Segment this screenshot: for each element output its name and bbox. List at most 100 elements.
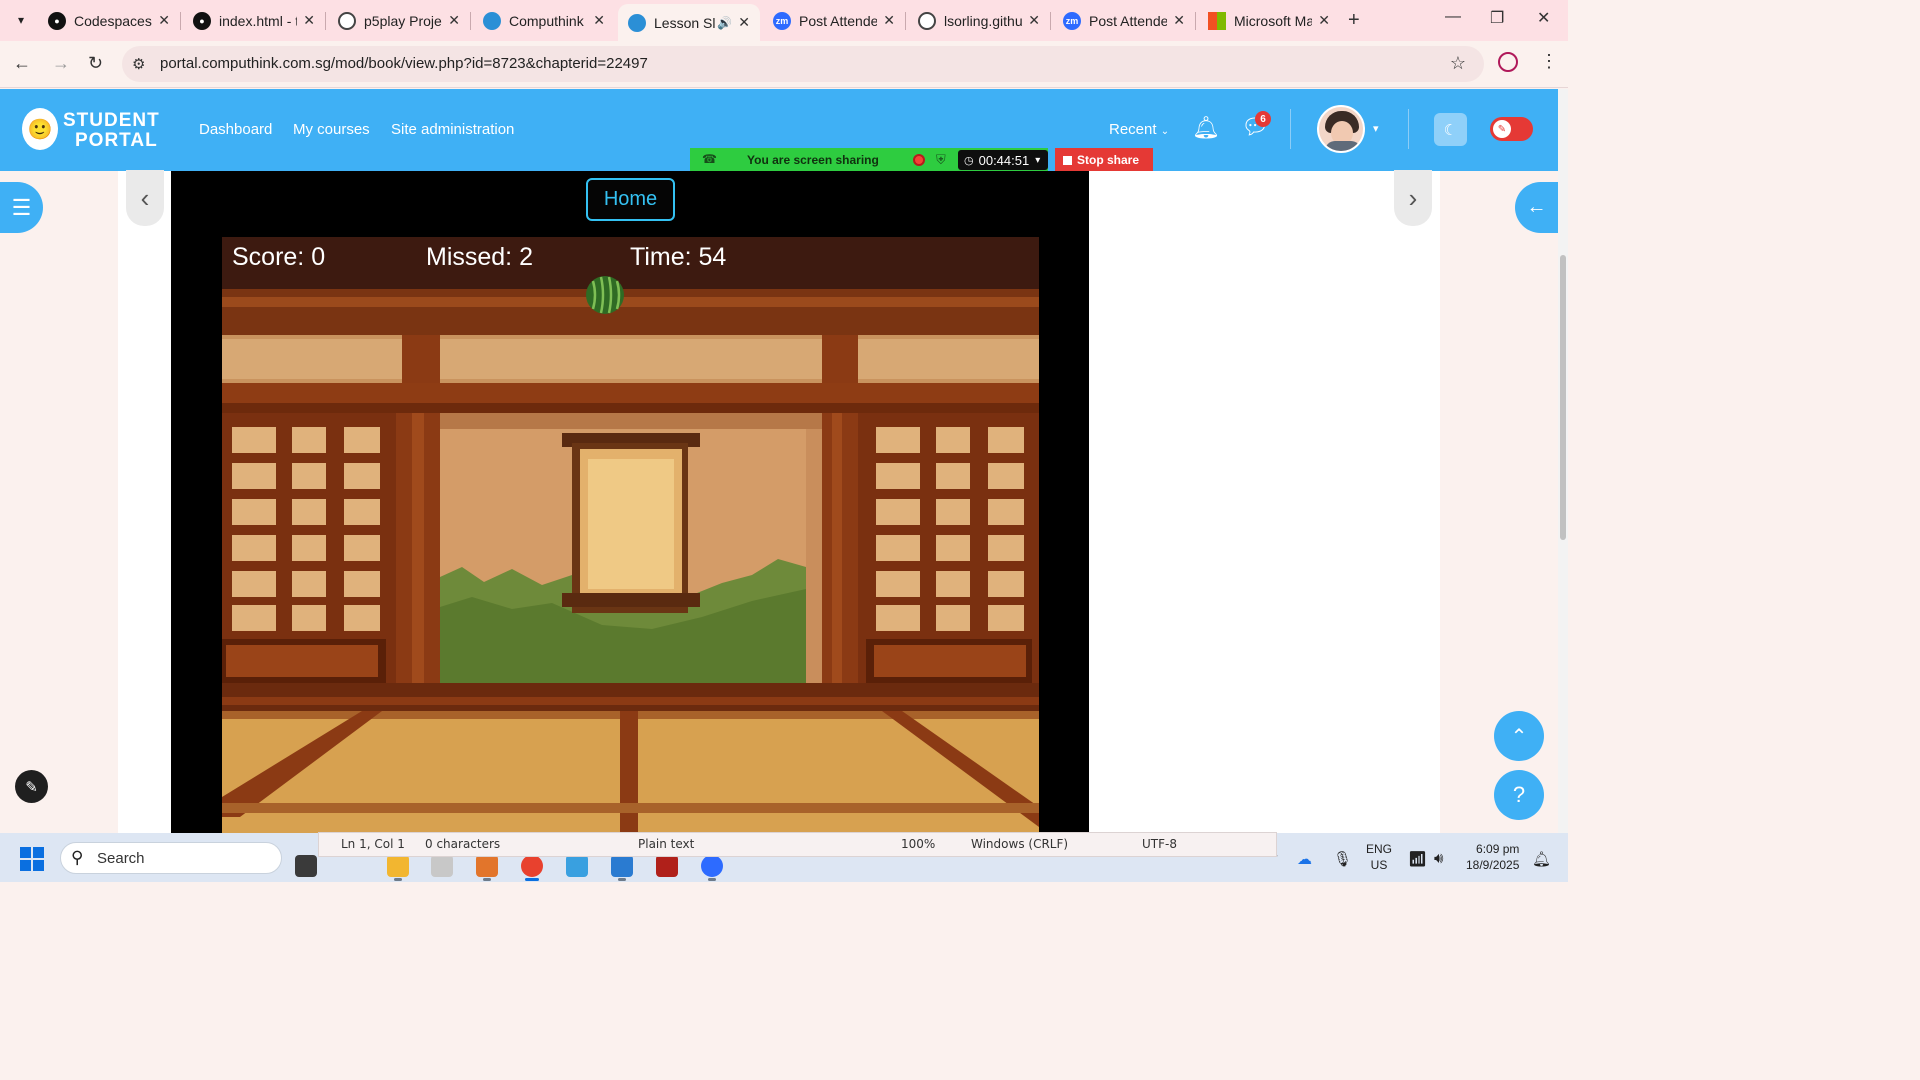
app-icon[interactable] [476,855,498,877]
zoom-icon: zm [1063,11,1081,30]
taskbar-search-field[interactable]: ⚲ Search [60,842,282,874]
stop-share-button[interactable]: Stop share [1055,148,1153,172]
nav-my-courses[interactable]: My courses [293,121,370,138]
computhink-icon [483,11,501,30]
search-icon: ⚲ [71,848,84,867]
zoom-icon[interactable] [701,855,723,877]
portal-logo-icon[interactable]: 🙂 [22,108,58,150]
close-tab-icon[interactable]: ✕ [883,12,895,29]
speaker-icon[interactable]: 🔊 [717,16,732,30]
help-button[interactable]: ? [1494,770,1544,820]
tab-index-html[interactable]: ● index.html - t ✕ [183,4,326,37]
task-view-icon[interactable] [295,855,317,877]
restore-icon[interactable]: ❐ [1490,8,1504,28]
minimize-icon[interactable]: — [1445,8,1461,26]
github-icon: ● [48,11,66,30]
chevron-up-icon: ⌃ [1510,725,1528,748]
edit-mode-toggle[interactable]: ✎ [1490,117,1533,141]
tab-p5play[interactable]: p5play Projec ✕ [328,4,471,37]
scroll-to-top-button[interactable]: ⌃ [1494,711,1544,761]
portal-logo-text[interactable]: STUDENT PORTAL [63,111,160,151]
encoding: UTF-8 [1142,837,1177,851]
home-button[interactable]: Home [586,178,675,221]
file-explorer-icon[interactable] [387,855,409,877]
globe-icon [918,11,936,30]
profile-icon[interactable] [1498,52,1518,72]
message-count-badge: 6 [1255,111,1271,127]
nav-site-administration[interactable]: Site administration [391,121,514,138]
close-tab-icon[interactable]: ✕ [303,12,315,29]
block-drawer-toggle[interactable]: ← [1515,182,1558,233]
time-label: Time: 54 [630,243,727,271]
tab-computhink[interactable]: Computhink ✕ [473,4,615,37]
bell-icon[interactable]: 🔔︎ [1192,115,1220,141]
missed-label: Missed: 2 [426,243,533,271]
tab-microsoft[interactable]: Microsoft Ma ✕ [1198,4,1340,37]
app-icon[interactable] [566,855,588,877]
windows-start-icon[interactable] [20,847,44,871]
dark-mode-moon-icon[interactable]: ☾ [1434,113,1467,146]
game-canvas[interactable]: Score: 0 Missed: 2 Time: 54 [222,237,1039,833]
scrollbar-thumb[interactable] [1560,255,1566,540]
back-arrow-icon[interactable]: ← [13,53,31,74]
onedrive-icon[interactable]: ☁ [1297,850,1312,868]
nav-dashboard[interactable]: Dashboard [199,121,272,138]
previous-chapter-button[interactable]: ‹ [126,170,164,226]
character-count: 0 characters [425,837,501,851]
bookmark-star-icon[interactable]: ☆ [1450,53,1466,74]
site-info-icon[interactable]: ⚙ [132,55,145,73]
language-indicator[interactable]: ENG US [1366,841,1392,873]
computhink-icon [628,13,646,32]
tab-search-menu-icon[interactable]: ▾ [8,7,34,33]
user-avatar[interactable] [1317,105,1365,153]
score-label: Score: 0 [232,243,326,271]
line-endings: Windows (CRLF) [971,837,1069,851]
chevron-down-icon: ▾ [1035,154,1041,166]
list-icon: ☰ [11,194,32,220]
taskbar-clock[interactable]: 6:09 pm 18/9/2025 [1466,841,1519,873]
chrome-icon[interactable] [521,855,543,877]
volume-icon[interactable]: 🔊︎ [1434,850,1443,867]
wifi-icon[interactable]: 📶︎ [1408,850,1427,868]
zoom-icon: zm [773,11,791,30]
notifications-bell-icon[interactable]: 🔔︎ [1532,850,1551,868]
pen-tool-button[interactable]: ✎ [15,770,48,803]
tab-codespaces[interactable]: ● Codespaces ✕ [38,4,181,37]
recent-dropdown[interactable]: Recent ⌄ [1109,121,1169,138]
zoom-level: 100% [901,837,936,851]
microsoft-icon [1208,11,1226,30]
close-tab-icon[interactable]: ✕ [158,12,170,29]
app-icon[interactable] [611,855,633,877]
tab-lesson-active[interactable]: Lesson Sl 🔊 ✕ [618,4,760,41]
next-chapter-button[interactable]: › [1394,170,1432,226]
text-format: Plain text [638,837,695,851]
clock-icon: ◷ [964,154,974,167]
dojo-background [222,237,1039,833]
tab-github-io[interactable]: lsorling.githu ✕ [908,4,1051,37]
close-tab-icon[interactable]: ✕ [1173,12,1185,29]
stop-icon [1063,155,1072,165]
close-tab-icon[interactable]: ✕ [593,12,605,29]
close-window-icon[interactable]: ✕ [1537,8,1550,28]
close-tab-icon[interactable]: ✕ [448,12,460,29]
url-field[interactable]: ⚙ portal.computhink.com.sg/mod/book/view… [122,46,1484,82]
shield-icon: ⛨ [936,152,946,167]
recording-icon [913,154,925,166]
chevron-down-icon[interactable]: ▾ [1373,122,1379,135]
app-icon[interactable] [431,855,453,877]
arrow-left-icon: ← [1526,196,1547,218]
microphone-icon[interactable]: 🎙︎ [1333,850,1352,868]
app-icon[interactable] [656,855,678,877]
share-timer[interactable]: ◷ 00:44:51 ▾ [958,150,1048,170]
close-tab-icon[interactable]: ✕ [1318,12,1330,29]
tab-post-attendee-2[interactable]: zm Post Attende ✕ [1053,4,1196,37]
forward-arrow-icon[interactable]: → [52,53,70,74]
globe-icon [338,11,356,30]
close-tab-icon[interactable]: ✕ [1028,12,1040,29]
close-tab-icon[interactable]: ✕ [738,14,750,31]
reload-icon[interactable]: ↻ [88,53,103,74]
tab-post-attendee-1[interactable]: zm Post Attende ✕ [763,4,906,37]
more-menu-icon[interactable]: ⋮ [1540,51,1558,72]
pencil-icon: ✎ [1493,120,1511,138]
new-tab-icon[interactable]: + [1348,9,1360,32]
